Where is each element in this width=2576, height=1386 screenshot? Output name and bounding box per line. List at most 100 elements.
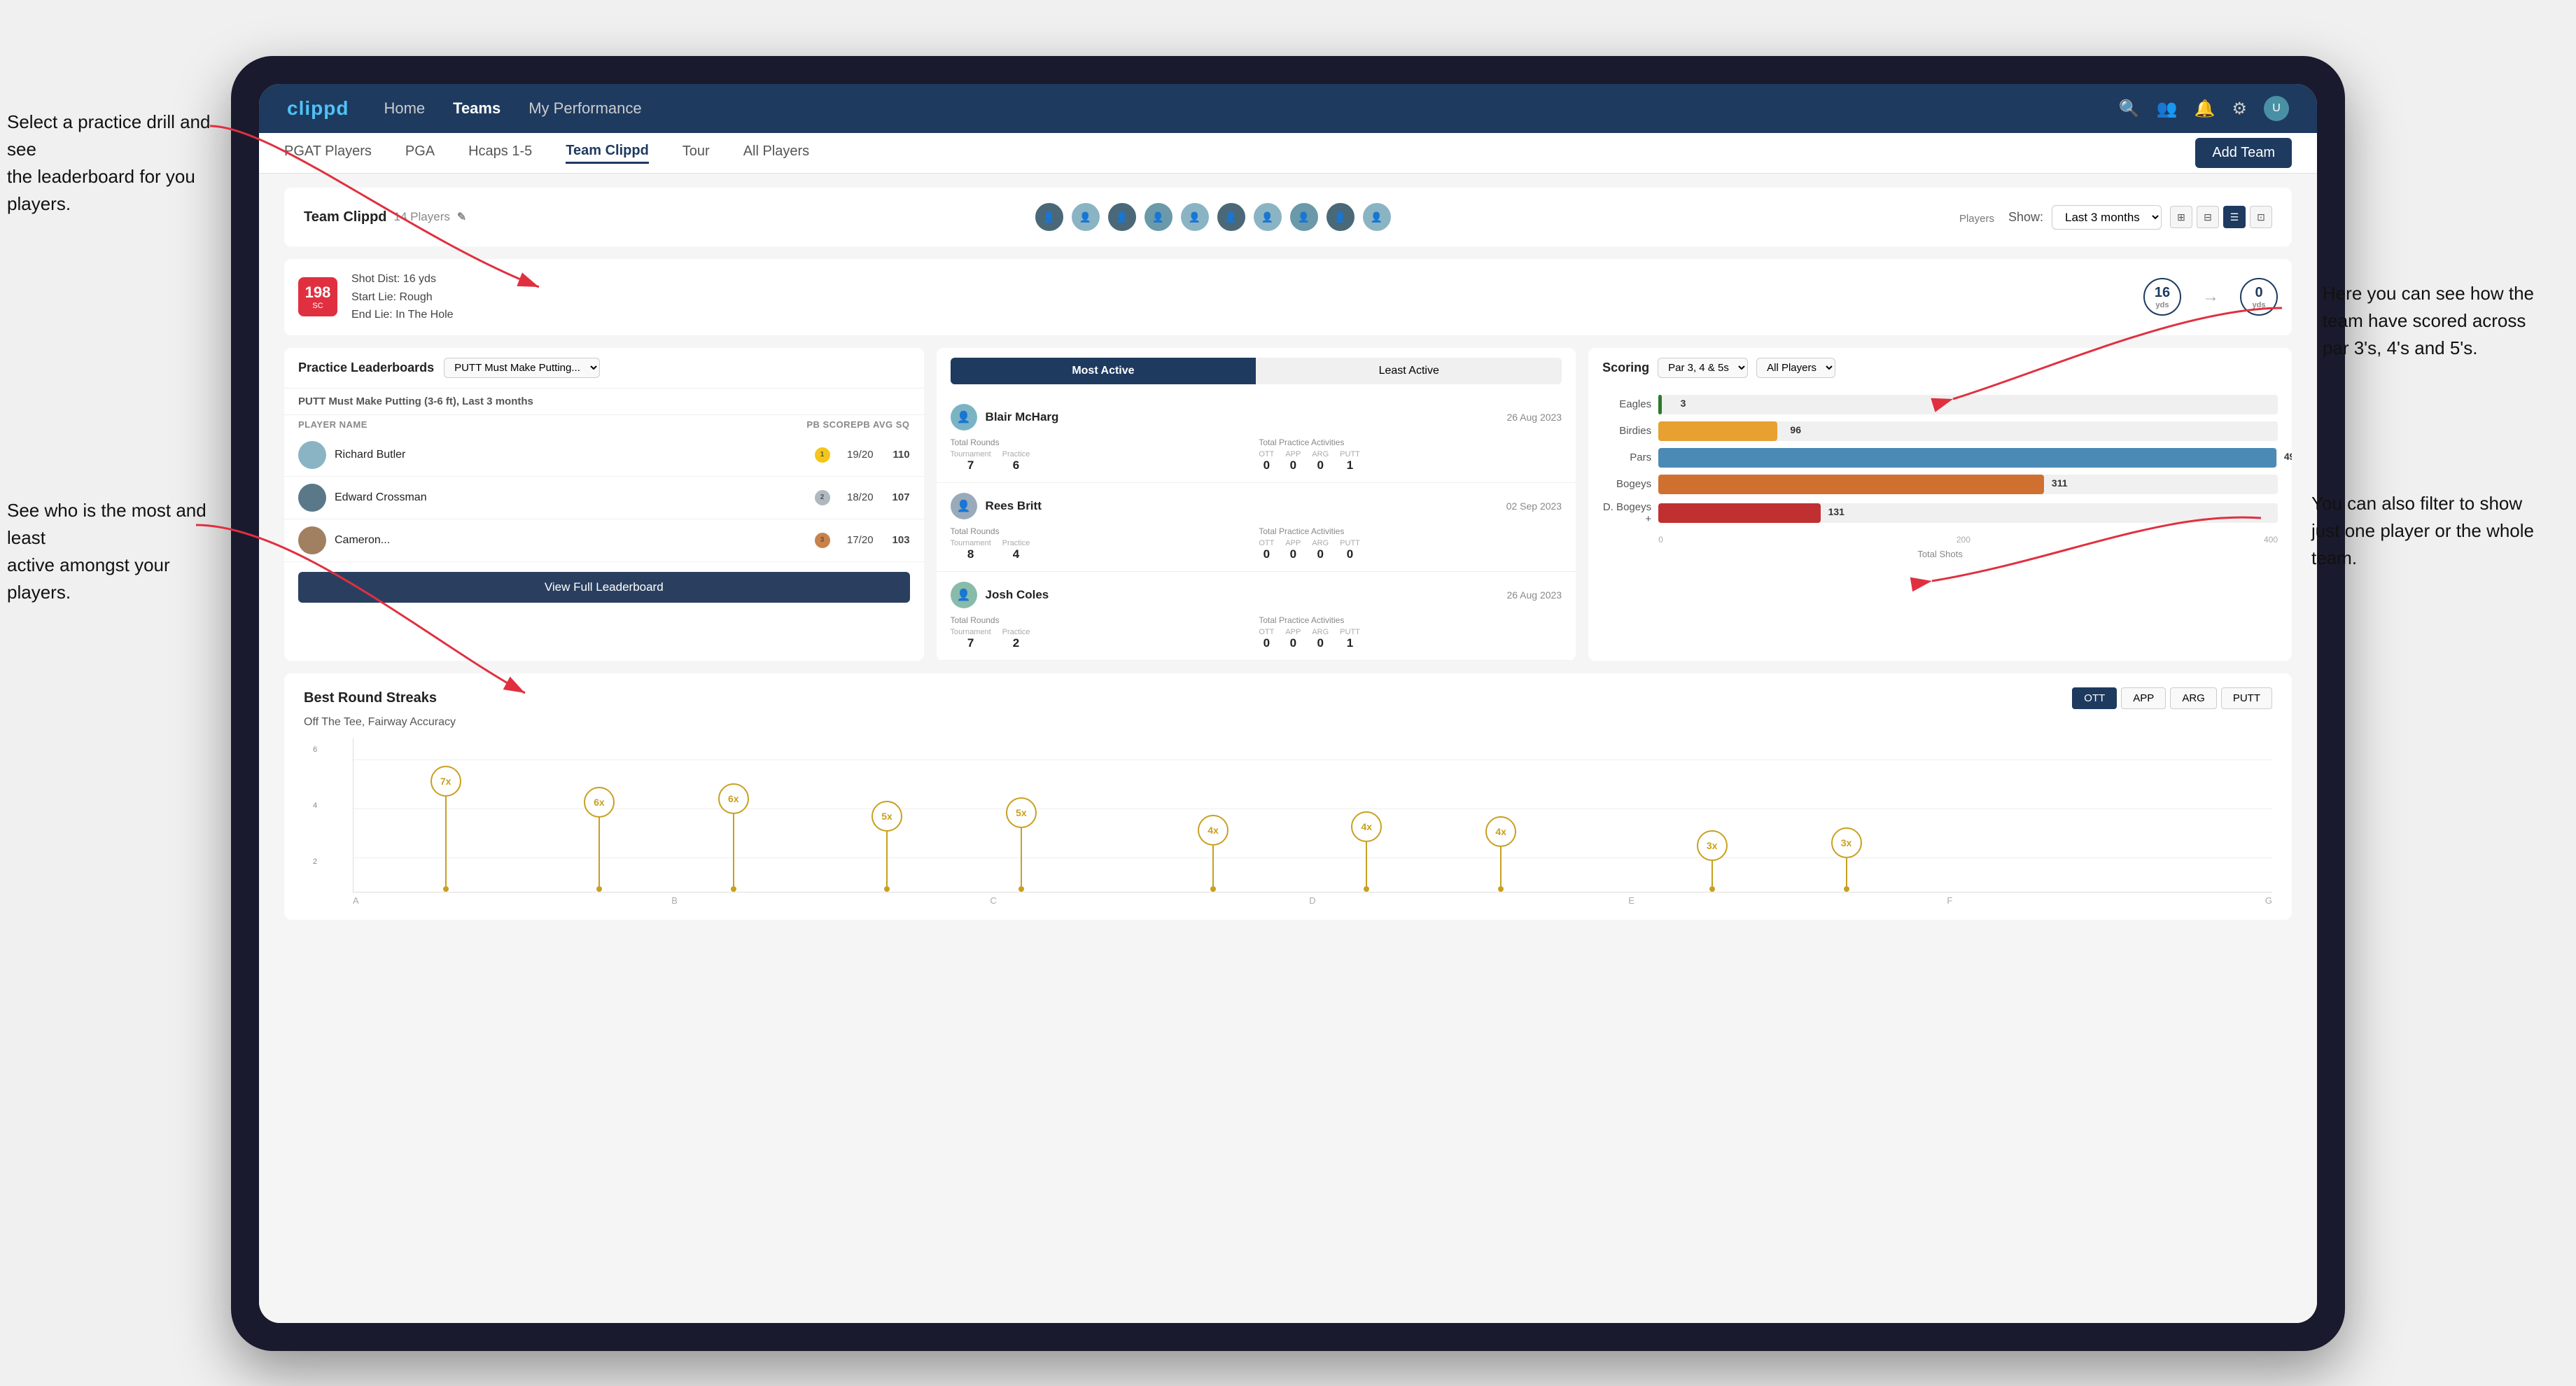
main-content: Team Clippd 14 Players ✎ 👤 👤 👤 👤 👤 👤 👤 👤… bbox=[259, 174, 2317, 1323]
nav-links: Home Teams My Performance bbox=[384, 99, 2083, 118]
three-cols: Practice Leaderboards PUTT Must Make Put… bbox=[284, 348, 2292, 661]
activity-player-2: 👤 Rees Britt 02 Sep 2023 Total Rounds To… bbox=[937, 483, 1576, 572]
lb-row-3[interactable]: Cameron... 3 17/20 103 bbox=[284, 519, 924, 562]
subnav-hcaps[interactable]: Hcaps 1-5 bbox=[468, 144, 532, 162]
streak-pin-5x-1[interactable]: 5x bbox=[872, 801, 902, 892]
streak-pin-4x-2[interactable]: 4x bbox=[1351, 811, 1382, 892]
streak-pin-3x-1[interactable]: 3x bbox=[1697, 830, 1728, 892]
player-avatar-8[interactable]: 👤 bbox=[1289, 202, 1320, 232]
grid-view-4[interactable]: ⊡ bbox=[2250, 206, 2272, 228]
player-avatar-6[interactable]: 👤 bbox=[1216, 202, 1247, 232]
period-select[interactable]: Last 3 months Last 6 months This year bbox=[2052, 205, 2162, 230]
streak-pin-5x-2[interactable]: 5x bbox=[1006, 797, 1037, 892]
activity-player-3: 👤 Josh Coles 26 Aug 2023 Total Rounds To… bbox=[937, 572, 1576, 661]
scoring-title: Scoring bbox=[1602, 360, 1649, 375]
lb-sq-3: 103 bbox=[882, 534, 910, 546]
nav-teams[interactable]: Teams bbox=[453, 99, 500, 118]
bar-fill-pars: 499 bbox=[1658, 448, 2276, 468]
filter-ott[interactable]: OTT bbox=[2072, 687, 2117, 709]
lb-avatar-1 bbox=[298, 441, 326, 469]
par-filter-select[interactable]: Par 3, 4 & 5s Par 3s Par 4s Par 5s bbox=[1658, 358, 1748, 378]
player-avatar-2[interactable]: 👤 bbox=[1070, 202, 1101, 232]
player-avatar-3[interactable]: 👤 bbox=[1107, 202, 1138, 232]
player-avatars: 👤 👤 👤 👤 👤 👤 👤 👤 👤 👤 bbox=[480, 202, 1945, 232]
bar-fill-birdies: 96 bbox=[1658, 421, 1777, 441]
user-avatar[interactable]: U bbox=[2264, 96, 2289, 121]
streak-pin-4x-1[interactable]: 4x bbox=[1198, 815, 1228, 892]
bell-icon[interactable]: 🔔 bbox=[2194, 99, 2216, 119]
lb-avatar-2 bbox=[298, 484, 326, 512]
streak-pin-6x-2[interactable]: 6x bbox=[718, 783, 749, 892]
people-icon[interactable]: 👥 bbox=[2157, 99, 2178, 119]
annotation-bottom-right: You can also filter to showjust one play… bbox=[2311, 490, 2534, 572]
player-avatar-7[interactable]: 👤 bbox=[1252, 202, 1283, 232]
shot-yards: 16 yds → 0 yds bbox=[2143, 278, 2278, 316]
lb-sq-2: 107 bbox=[882, 491, 910, 503]
filter-arg[interactable]: ARG bbox=[2170, 687, 2217, 709]
add-team-button[interactable]: Add Team bbox=[2195, 138, 2292, 168]
view-full-leaderboard-button[interactable]: View Full Leaderboard bbox=[298, 572, 910, 603]
streak-pin-3x-2[interactable]: 3x bbox=[1831, 827, 1862, 892]
search-icon[interactable]: 🔍 bbox=[2119, 99, 2140, 119]
chart-xlabel: Total Shots bbox=[1602, 549, 2278, 559]
bar-row-eagles: Eagles 3 bbox=[1602, 395, 2278, 414]
grid-view-3[interactable]: ☰ bbox=[2223, 206, 2246, 228]
shot-display: 198 SC Shot Dist: 16 yds Start Lie: Roug… bbox=[284, 259, 2292, 335]
bar-row-dbogeys: D. Bogeys + 131 bbox=[1602, 501, 2278, 525]
drill-select[interactable]: PUTT Must Make Putting... bbox=[444, 358, 600, 378]
annotation-top-right: Here you can see how theteam have scored… bbox=[2323, 280, 2534, 362]
lb-name-3: Cameron... bbox=[335, 534, 806, 547]
player-filter-select[interactable]: All Players bbox=[1756, 358, 1835, 378]
lb-row-2[interactable]: Edward Crossman 2 18/20 107 bbox=[284, 477, 924, 519]
lb-badge-bronze: 3 bbox=[815, 533, 830, 548]
lb-score-2: 18/20 bbox=[839, 491, 874, 503]
lb-row-1[interactable]: Richard Butler 1 19/20 110 bbox=[284, 434, 924, 477]
subnav-pgat[interactable]: PGAT Players bbox=[284, 144, 372, 162]
bar-fill-eagles: 3 bbox=[1658, 395, 1662, 414]
streaks-filters: OTT APP ARG PUTT bbox=[2072, 687, 2272, 709]
grid-view-1[interactable]: ⊞ bbox=[2170, 206, 2192, 228]
annotation-top-left: Select a practice drill and seethe leade… bbox=[7, 108, 224, 218]
player-avatar-4[interactable]: 👤 bbox=[1143, 202, 1174, 232]
edit-icon[interactable]: ✎ bbox=[457, 210, 466, 224]
lb-name-1: Richard Butler bbox=[335, 449, 806, 461]
subnav-all-players[interactable]: All Players bbox=[743, 144, 809, 162]
streaks-subtitle: Off The Tee, Fairway Accuracy bbox=[304, 716, 2272, 729]
subnav: PGAT Players PGA Hcaps 1-5 Team Clippd T… bbox=[259, 133, 2317, 174]
lb-badge-gold: 1 bbox=[815, 447, 830, 463]
lb-score-3: 17/20 bbox=[839, 534, 874, 546]
player-avatar-1[interactable]: 👤 bbox=[1034, 202, 1065, 232]
show-label: Show: bbox=[2008, 210, 2043, 225]
subnav-pga[interactable]: PGA bbox=[405, 144, 435, 162]
lb-score-1: 19/20 bbox=[839, 449, 874, 461]
leaderboard-cols: PLAYER NAME PB SCORE PB AVG SQ bbox=[284, 415, 924, 434]
view-icons: ⊞ ⊟ ☰ ⊡ bbox=[2170, 206, 2272, 228]
most-active-toggle[interactable]: Most Active bbox=[951, 358, 1256, 384]
player-avatar-10[interactable]: 👤 bbox=[1362, 202, 1392, 232]
least-active-toggle[interactable]: Least Active bbox=[1256, 358, 1562, 384]
player-avatar-5[interactable]: 👤 bbox=[1180, 202, 1210, 232]
activity-name-2: Rees Britt bbox=[986, 499, 1498, 513]
lb-avatar-3 bbox=[298, 526, 326, 554]
subnav-team-clippd[interactable]: Team Clippd bbox=[566, 143, 649, 164]
practice-leaderboard-panel: Practice Leaderboards PUTT Must Make Put… bbox=[284, 348, 924, 661]
nav-home[interactable]: Home bbox=[384, 99, 425, 118]
streaks-chart: 6 4 2 7x 6x bbox=[353, 738, 2272, 892]
settings-icon[interactable]: ⚙ bbox=[2232, 99, 2247, 119]
subnav-tour[interactable]: Tour bbox=[682, 144, 710, 162]
chart-axis: 0 200 400 bbox=[1602, 532, 2278, 545]
practice-header: Practice Leaderboards PUTT Must Make Put… bbox=[284, 348, 924, 388]
streak-pin-4x-3[interactable]: 4x bbox=[1485, 816, 1516, 892]
streaks-header: Best Round Streaks OTT APP ARG PUTT bbox=[304, 687, 2272, 709]
nav-performance[interactable]: My Performance bbox=[528, 99, 641, 118]
players-label: Players bbox=[1959, 213, 1994, 225]
streak-pin-6x-1[interactable]: 6x bbox=[584, 787, 615, 892]
streaks-x-axis: A B C D E F G bbox=[304, 892, 2272, 906]
tablet-screen: clippd Home Teams My Performance 🔍 👥 🔔 ⚙… bbox=[259, 84, 2317, 1323]
grid-view-2[interactable]: ⊟ bbox=[2197, 206, 2219, 228]
streak-pin-7x-1[interactable]: 7x bbox=[430, 766, 461, 892]
player-avatar-9[interactable]: 👤 bbox=[1325, 202, 1356, 232]
filter-putt[interactable]: PUTT bbox=[2221, 687, 2272, 709]
lb-sq-1: 110 bbox=[882, 449, 910, 461]
filter-app[interactable]: APP bbox=[2121, 687, 2166, 709]
